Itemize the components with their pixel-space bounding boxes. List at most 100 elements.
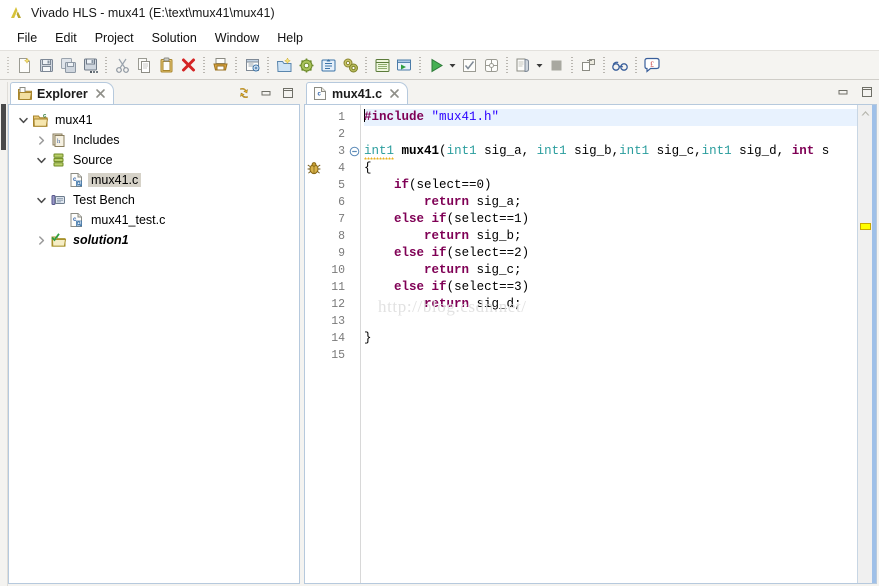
chevron-right-icon[interactable] (33, 132, 49, 148)
tab-explorer[interactable]: Explorer (10, 82, 114, 104)
run-simulation-button[interactable] (393, 54, 415, 76)
code-line[interactable]: else if(select==3) (364, 279, 857, 296)
tree-item-source[interactable]: Source (9, 150, 299, 170)
tree-item-label: solution1 (73, 233, 129, 247)
c-file-icon: c (313, 86, 327, 101)
csynthesis-button[interactable] (458, 54, 480, 76)
svg-text:£: £ (650, 59, 654, 68)
code-line[interactable]: } (364, 330, 857, 347)
chevron-down-icon[interactable] (15, 112, 31, 128)
menu-window[interactable]: Window (206, 29, 268, 47)
code-line[interactable]: int1 mux41(int1 sig_a, int1 sig_b,int1 s… (364, 143, 857, 160)
tree-item-includes[interactable]: h Includes (9, 130, 299, 150)
save-all-button[interactable] (57, 54, 79, 76)
code-token: int1 (701, 144, 732, 158)
toolbar-separator (570, 56, 574, 74)
fast-view-nub[interactable] (1, 104, 6, 150)
warning-overview-marker[interactable] (860, 223, 871, 230)
perspective-button[interactable] (577, 54, 599, 76)
project-tree[interactable]: c mux41 h Includes Source c mux41.c Test Bench c… (9, 105, 299, 583)
new-solution-button[interactable] (273, 54, 295, 76)
chevron-down-icon[interactable] (33, 192, 49, 208)
tree-item-solution1[interactable]: solution1 (9, 230, 299, 250)
scroll-up-arrow-icon[interactable] (858, 107, 872, 119)
vertical-scrollbar[interactable] (872, 105, 876, 583)
copy-button[interactable] (133, 54, 155, 76)
chevron-down-icon[interactable] (33, 152, 49, 168)
code-line[interactable]: return sig_b; (364, 228, 857, 245)
toolbar-separator (634, 56, 638, 74)
code-line[interactable]: else if(select==1) (364, 211, 857, 228)
fold-collapse-icon[interactable] (349, 143, 360, 160)
code-line[interactable] (364, 126, 857, 143)
rtl-export-button[interactable] (480, 54, 502, 76)
code-line[interactable]: return sig_c; (364, 262, 857, 279)
line-number: 3 (338, 145, 345, 158)
toolbar-grip[interactable] (6, 55, 11, 75)
chevron-right-icon[interactable] (33, 232, 49, 248)
maximize-icon[interactable] (280, 85, 296, 101)
code-token: ( (439, 144, 447, 158)
code-line[interactable] (364, 313, 857, 330)
tree-item-mux41-test-c[interactable]: c mux41_test.c (9, 210, 299, 230)
pragma-button[interactable]: £ (641, 54, 663, 76)
toolbar-separator (202, 56, 206, 74)
code-line[interactable] (364, 347, 857, 364)
print-button[interactable] (209, 54, 231, 76)
code-line[interactable]: return sig_d; (364, 296, 857, 313)
solution-settings-button[interactable] (339, 54, 361, 76)
menu-project[interactable]: Project (86, 29, 143, 47)
explorer-frame: c mux41 h Includes Source c mux41.c Test Bench c… (8, 104, 300, 584)
folding-ruler[interactable] (349, 105, 360, 583)
code-line[interactable]: { (364, 160, 857, 177)
delete-button[interactable] (177, 54, 199, 76)
reports-button[interactable] (512, 54, 534, 76)
project-folder-icon: c (31, 112, 49, 128)
menu-file[interactable]: File (8, 29, 46, 47)
tab-mux41-c[interactable]: c mux41.c (306, 82, 409, 104)
new-button[interactable] (13, 54, 35, 76)
new-source-button[interactable] (241, 54, 263, 76)
menu-solution[interactable]: Solution (143, 29, 206, 47)
code-token: int1 (446, 144, 477, 158)
tree-item-test-bench[interactable]: Test Bench (9, 190, 299, 210)
overview-ruler[interactable] (857, 105, 872, 583)
save-button[interactable] (35, 54, 57, 76)
close-icon[interactable] (94, 87, 107, 100)
minimize-icon[interactable] (835, 84, 851, 100)
code-line[interactable]: if(select==0) (364, 177, 857, 194)
editor-frame: 1 2 3 4 5 6 7 8 9 10 11 12 13 14 15 #include "mux41.h"… (304, 104, 877, 584)
code-line[interactable]: #include "mux41.h" (364, 109, 857, 126)
code-editor[interactable]: #include "mux41.h" int1 mux41(int1 sig_a… (361, 105, 857, 583)
stop-button[interactable] (545, 54, 567, 76)
close-icon[interactable] (388, 87, 401, 100)
run-dropdown[interactable] (447, 54, 458, 76)
reports-dropdown[interactable] (534, 54, 545, 76)
bug-warning-icon[interactable] (306, 160, 322, 179)
index-button[interactable] (371, 54, 393, 76)
link-arrows-icon[interactable] (236, 85, 252, 101)
run-button[interactable] (425, 54, 447, 76)
code-token: mux41 (401, 144, 440, 158)
code-line[interactable]: return sig_a; (364, 194, 857, 211)
analysis-button[interactable] (609, 54, 631, 76)
open-ip-button[interactable] (317, 54, 339, 76)
code-line[interactable]: else if(select==2) (364, 245, 857, 262)
annotation-ruler[interactable] (305, 105, 323, 583)
maximize-icon[interactable] (859, 84, 875, 100)
cut-button[interactable] (111, 54, 133, 76)
menu-edit[interactable]: Edit (46, 29, 86, 47)
tree-item-mux41[interactable]: c mux41 (9, 110, 299, 130)
tree-item-mux41-c[interactable]: c mux41.c (9, 170, 299, 190)
menu-help[interactable]: Help (268, 29, 312, 47)
project-settings-button[interactable] (295, 54, 317, 76)
save-as-button[interactable] (79, 54, 101, 76)
paste-button[interactable] (155, 54, 177, 76)
minimize-icon[interactable] (258, 85, 274, 101)
